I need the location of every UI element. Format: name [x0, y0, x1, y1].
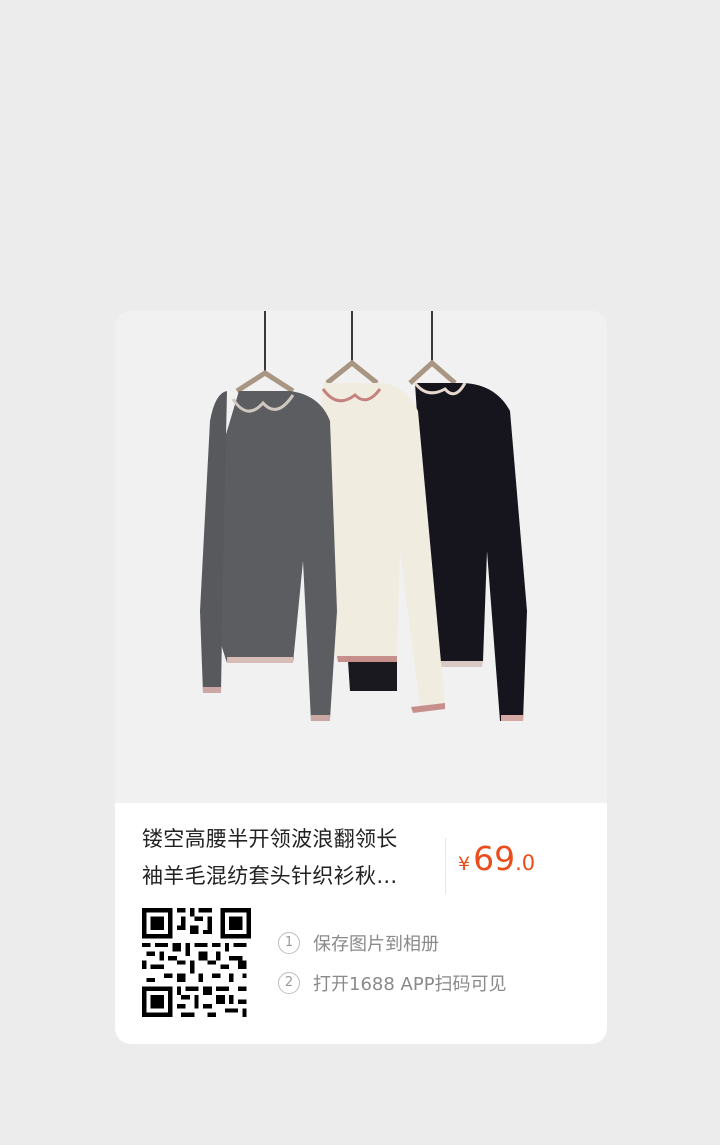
- instruction-step-2: 2 打开1688 APP扫码可见: [278, 970, 507, 996]
- title-price-divider: [445, 838, 446, 894]
- product-title-line-1: 镂空高腰半开领波浪翻领长: [142, 827, 398, 851]
- price-integer: 69: [473, 839, 516, 878]
- product-share-card: 镂空高腰半开领波浪翻领长 袖羊毛混纺套头针织衫秋… ¥69.0 1 保存图片到相…: [115, 311, 607, 1044]
- step-1-number-badge: 1: [278, 932, 300, 954]
- product-price: ¥69.0: [458, 839, 535, 878]
- step-1-text: 保存图片到相册: [313, 934, 439, 955]
- instruction-step-1: 1 保存图片到相册: [278, 930, 439, 956]
- qr-code-icon[interactable]: [142, 908, 251, 1017]
- price-decimal: .0: [515, 851, 536, 875]
- share-poster-page: { "product": { "title_line1": "镂空高腰半开领波浪…: [0, 0, 720, 1145]
- product-title-line-2: 袖羊毛混纺套头针织衫秋…: [142, 864, 398, 888]
- price-currency: ¥: [458, 853, 471, 875]
- product-title[interactable]: 镂空高腰半开领波浪翻领长 袖羊毛混纺套头针织衫秋…: [142, 821, 437, 895]
- step-2-text: 打开1688 APP扫码可见: [313, 974, 507, 995]
- step-2-number-badge: 2: [278, 972, 300, 994]
- product-image[interactable]: [115, 311, 607, 803]
